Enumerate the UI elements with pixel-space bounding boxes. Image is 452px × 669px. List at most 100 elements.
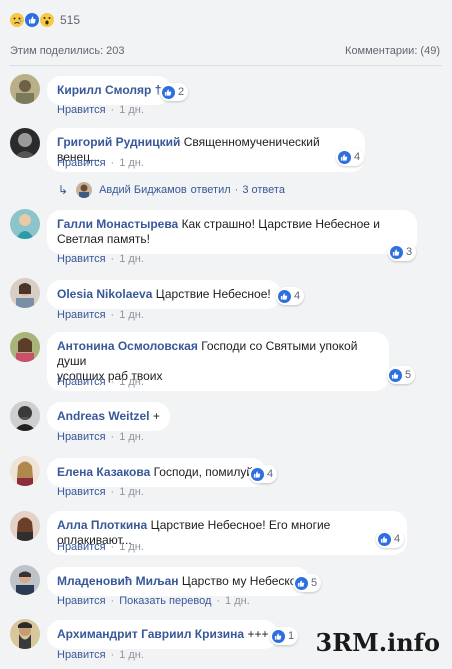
like-count: 4	[354, 151, 361, 163]
like-icon	[390, 245, 403, 259]
comment-author[interactable]: Andreas Weitzel	[57, 409, 149, 423]
reply-avatar	[76, 182, 93, 198]
comment-bubble: Кирилл Смоляр †	[47, 76, 172, 105]
avatar[interactable]	[10, 278, 40, 308]
comment-actions: Нравится · 1 дн.	[57, 376, 144, 388]
comment-bubble: Olesia Nikolaeva Царствие Небесное!	[47, 280, 281, 309]
like-count: 1	[288, 630, 295, 642]
like-count: 5	[405, 369, 412, 381]
comment-author[interactable]: Olesia Nikolaeva	[57, 287, 152, 301]
comment-text: +++	[247, 627, 269, 641]
comments-count[interactable]: Комментарии: (49)	[345, 45, 440, 57]
reply-verb: ответил	[190, 184, 231, 196]
post-meta: Этим поделились: 203 Комментарии: (49)	[10, 45, 440, 57]
replies-link[interactable]: ↳ Авдий Биджамов ответил · 3 ответа	[58, 182, 285, 198]
like-reaction-icon	[25, 13, 39, 27]
avatar[interactable]	[10, 209, 40, 239]
timestamp[interactable]: 1 дн.	[119, 486, 144, 498]
comment-author[interactable]: Антонина Осмоловская	[57, 339, 198, 353]
like-count: 5	[311, 577, 318, 589]
avatar[interactable]	[10, 565, 40, 595]
timestamp[interactable]: 1 дн.	[119, 376, 144, 388]
avatar[interactable]	[10, 332, 40, 362]
comment-bubble: Архимандрит Гавриил Кризина +++	[47, 620, 279, 649]
timestamp[interactable]: 1 дн.	[119, 541, 144, 553]
avatar[interactable]	[10, 619, 40, 649]
like-count-badge[interactable]: 3	[388, 243, 417, 261]
avatar[interactable]	[10, 128, 40, 158]
like-button[interactable]: Нравится	[57, 486, 106, 498]
like-button[interactable]: Нравится	[57, 157, 106, 169]
like-button[interactable]: Нравится	[57, 595, 106, 607]
reply-arrow-icon: ↳	[58, 183, 69, 197]
timestamp[interactable]: 1 дн.	[119, 253, 144, 265]
comment-author[interactable]: Елена Казакова	[57, 465, 150, 479]
like-count-badge[interactable]: 4	[376, 530, 405, 548]
comment-author[interactable]: Григорий Рудницкий	[57, 135, 180, 149]
avatar[interactable]	[10, 401, 40, 431]
divider	[10, 65, 442, 66]
shares-count[interactable]: Этим поделились: 203	[10, 45, 125, 57]
like-icon	[278, 289, 291, 303]
like-count-badge[interactable]: 1	[270, 627, 299, 645]
comment-author[interactable]: Младеновић Миљан	[57, 574, 179, 588]
like-icon	[338, 150, 351, 164]
like-count-badge[interactable]: 2	[160, 83, 189, 101]
comment-actions: Нравится · 1 дн.	[57, 157, 144, 169]
timestamp[interactable]: 1 дн.	[119, 649, 144, 661]
timestamp[interactable]: 1 дн.	[119, 309, 144, 321]
comment-author[interactable]: Алла Плоткина	[57, 518, 147, 532]
like-button[interactable]: Нравится	[57, 431, 106, 443]
show-translation-link[interactable]: Показать перевод	[119, 595, 211, 607]
comment-actions: Нравится · 1 дн.	[57, 541, 144, 553]
comment-actions: Нравится · 1 дн.	[57, 649, 144, 661]
like-icon	[162, 85, 175, 99]
like-count-badge[interactable]: 5	[293, 574, 322, 592]
sad-reaction-icon	[10, 13, 24, 27]
wow-reaction-icon	[40, 13, 54, 27]
comment-text-line2: Светлая память!	[57, 232, 150, 246]
comment-author[interactable]: Кирилл Смоляр †	[57, 83, 161, 97]
comment-bubble: Младеновић Миљан Царство му Небеско.	[47, 567, 310, 596]
comment-bubble: Галли Монастырева Как страшно! Царствие …	[47, 210, 417, 254]
like-count-badge[interactable]: 5	[387, 366, 416, 384]
like-icon	[295, 576, 308, 590]
avatar[interactable]	[10, 456, 40, 486]
like-button[interactable]: Нравится	[57, 309, 106, 321]
like-count: 4	[294, 290, 301, 302]
reply-count[interactable]: 3 ответа	[242, 184, 285, 196]
reply-author[interactable]: Авдий Биджамов	[99, 184, 187, 196]
site-watermark: 3RM.info	[315, 628, 440, 657]
comment-text: Господи, помилуй!	[153, 465, 257, 479]
like-icon	[272, 629, 285, 643]
comment-text: Царствие Небесное!	[155, 287, 271, 301]
like-button[interactable]: Нравится	[57, 541, 106, 553]
timestamp[interactable]: 1 дн.	[225, 595, 250, 607]
like-button[interactable]: Нравится	[57, 376, 106, 388]
like-icon	[251, 467, 264, 481]
like-icon	[389, 368, 402, 382]
comment-actions: Нравится · 1 дн.	[57, 104, 144, 116]
avatar[interactable]	[10, 511, 40, 541]
comment-bubble: Елена Казакова Господи, помилуй!	[47, 458, 267, 487]
like-count-badge[interactable]: 4	[249, 465, 278, 483]
comment-text: +	[152, 409, 160, 423]
comment-actions: Нравится · 1 дн.	[57, 309, 144, 321]
like-button[interactable]: Нравится	[57, 253, 106, 265]
comment-text: Царство му Небеско.	[181, 574, 300, 588]
comment-actions: Нравится · 1 дн.	[57, 486, 144, 498]
comment-text: Как страшно! Царствие Небесное и	[181, 217, 380, 231]
reactions-summary[interactable]: 515	[10, 10, 80, 30]
like-count: 4	[394, 533, 401, 545]
avatar[interactable]	[10, 74, 40, 104]
comment-author[interactable]: Галли Монастырева	[57, 217, 178, 231]
like-count-badge[interactable]: 4	[276, 287, 305, 305]
timestamp[interactable]: 1 дн.	[119, 431, 144, 443]
like-count-badge[interactable]: 4	[336, 148, 365, 166]
timestamp[interactable]: 1 дн.	[119, 104, 144, 116]
comment-author[interactable]: Архимандрит Гавриил Кризина	[57, 627, 244, 641]
timestamp[interactable]: 1 дн.	[119, 157, 144, 169]
like-button[interactable]: Нравится	[57, 649, 106, 661]
like-button[interactable]: Нравится	[57, 104, 106, 116]
reaction-count[interactable]: 515	[60, 13, 80, 27]
